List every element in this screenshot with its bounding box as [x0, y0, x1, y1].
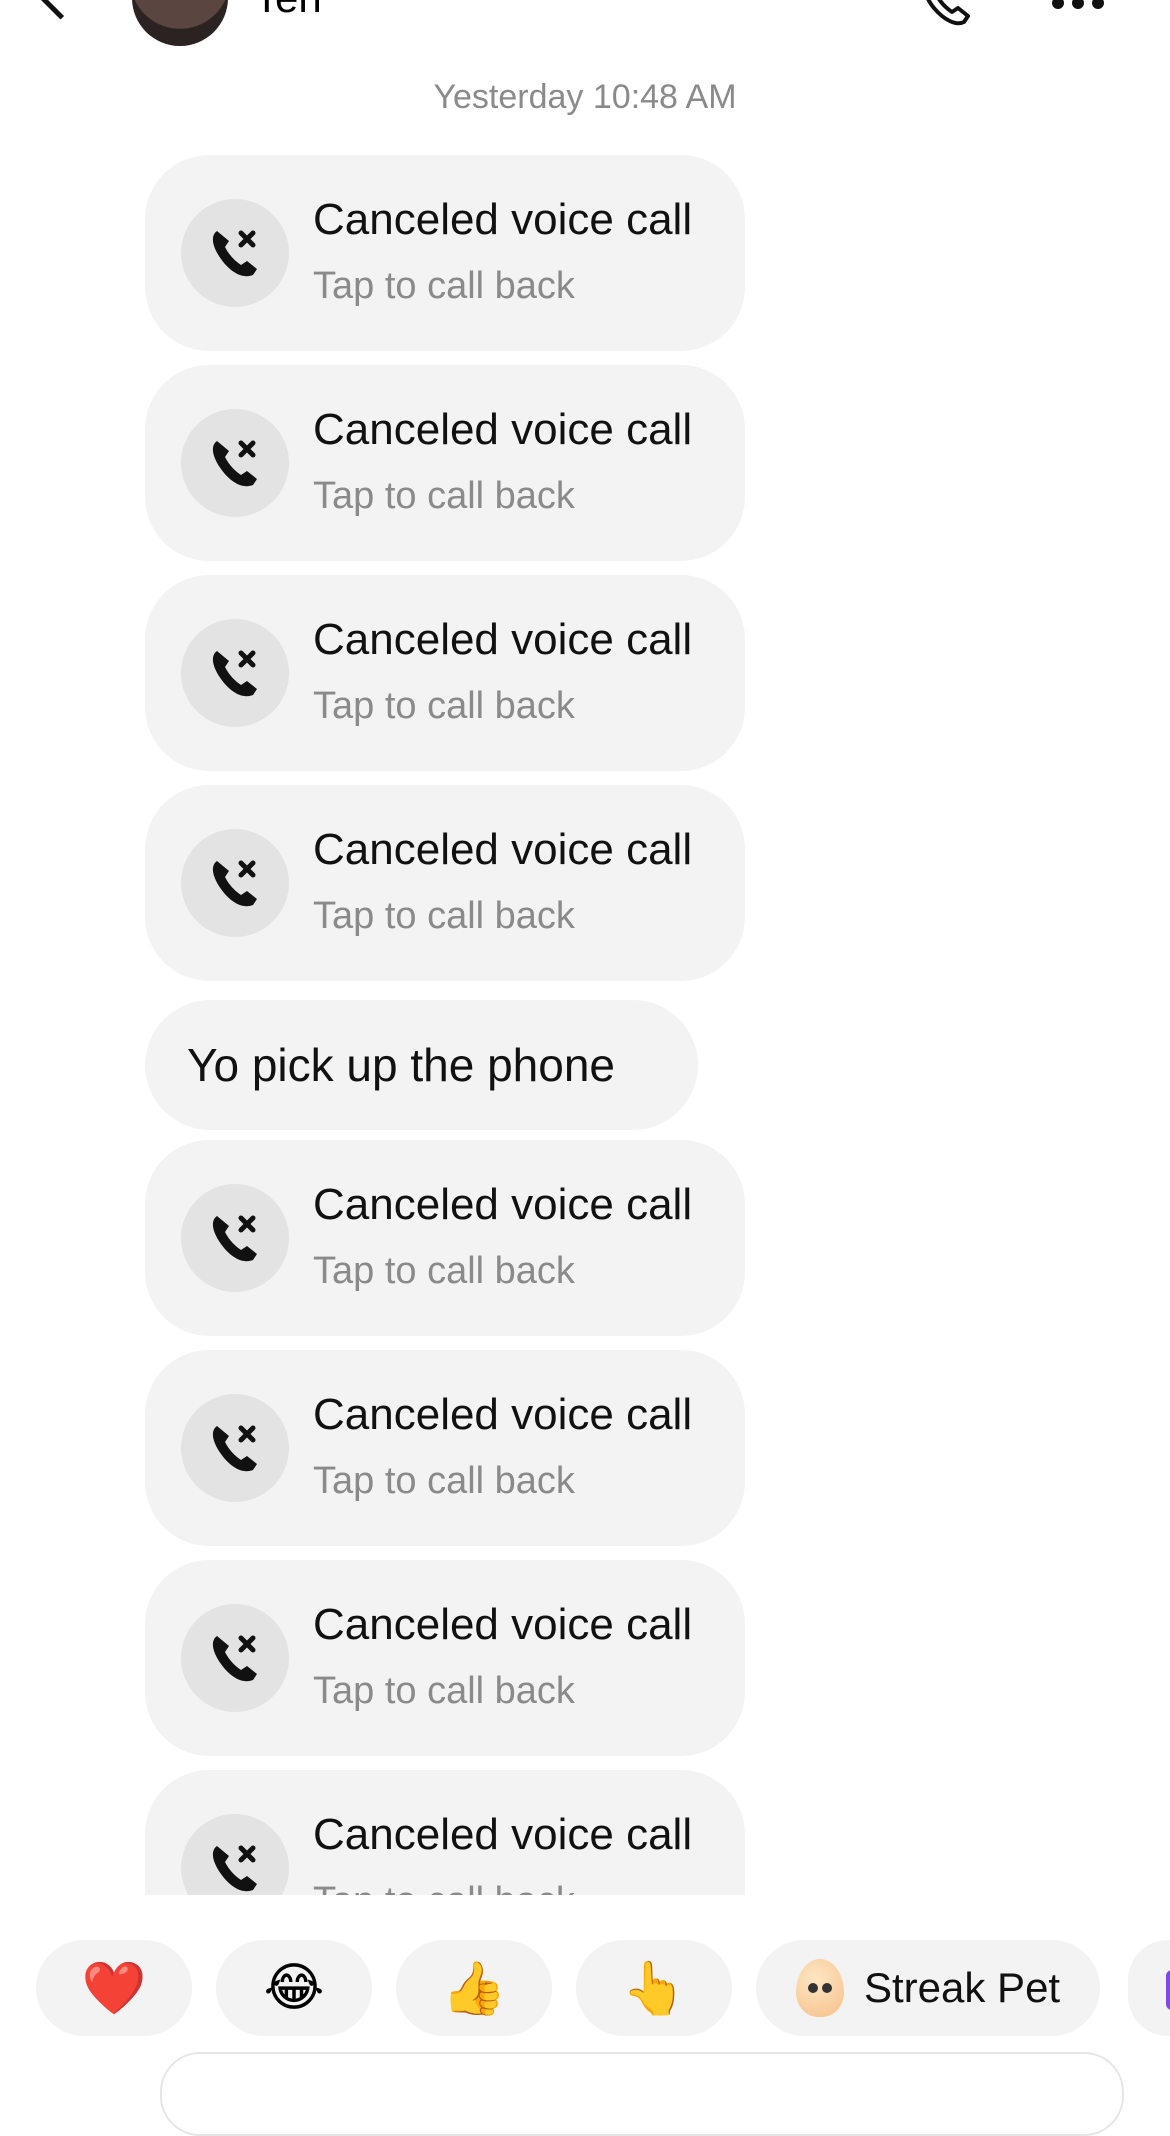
missed-call-icon — [181, 409, 289, 517]
call-title: Canceled voice call — [313, 195, 693, 244]
streak-pet-button[interactable]: Streak Pet — [756, 1940, 1100, 2036]
call-bubble[interactable]: Canceled voice call Tap to call back — [145, 575, 745, 771]
message-thread: Ten Yesterday 10:48 AM Canceled voice ca… — [0, 0, 1170, 1895]
call-title: Canceled voice call — [313, 1600, 693, 1649]
call-bubble[interactable]: Canceled voice call Tap to call back — [145, 1560, 745, 1756]
call-subtitle: Tap to call back — [313, 1880, 575, 1895]
egg-icon — [796, 1959, 844, 2017]
streak-pet-label: Streak Pet — [864, 1964, 1061, 2011]
call-subtitle: Tap to call back — [313, 475, 575, 517]
text-message-bubble[interactable]: Yo pick up the phone — [145, 1000, 698, 1130]
call-bubble[interactable]: Canceled voice call Tap to call back — [145, 365, 745, 561]
thumbs-up-reaction-button[interactable]: 👍 — [396, 1940, 552, 2036]
more-reactions-chip[interactable] — [1128, 1940, 1170, 2036]
call-bubble[interactable]: Canceled voice call Tap to call back — [145, 155, 745, 351]
missed-call-icon — [181, 1184, 289, 1292]
point-reaction-button[interactable]: 👆 — [576, 1940, 732, 2036]
missed-call-icon — [181, 619, 289, 727]
missed-call-icon — [181, 1394, 289, 1502]
message-text: Yo pick up the phone — [187, 1039, 615, 1091]
laugh-reaction-button[interactable]: 😂 — [216, 1940, 372, 2036]
phone-icon[interactable] — [918, 0, 978, 28]
heart-reaction-button[interactable]: ❤️ — [36, 1940, 192, 2036]
missed-call-icon — [181, 1604, 289, 1712]
missed-call-icon — [181, 199, 289, 307]
call-bubble[interactable]: Canceled voice call Tap to call back — [145, 1140, 745, 1336]
call-bubble[interactable]: Canceled voice call Tap to call back — [145, 1770, 745, 1895]
call-subtitle: Tap to call back — [313, 1250, 575, 1292]
missed-call-icon — [181, 829, 289, 937]
call-subtitle: Tap to call back — [313, 685, 575, 727]
missed-call-icon — [181, 1814, 289, 1895]
call-title: Canceled voice call — [313, 615, 693, 664]
call-title: Canceled voice call — [313, 825, 693, 874]
call-title: Canceled voice call — [313, 1390, 693, 1439]
message-timestamp: Yesterday 10:48 AM — [433, 78, 737, 116]
call-title: Canceled voice call — [313, 405, 693, 454]
call-bubble[interactable]: Canceled voice call Tap to call back — [145, 1350, 745, 1546]
call-subtitle: Tap to call back — [313, 265, 575, 307]
quick-reactions-bar: ❤️ 😂 👍 👆 Streak Pet — [0, 1940, 1170, 2036]
contact-name[interactable]: Ten — [254, 0, 322, 22]
avatar[interactable] — [132, 0, 228, 46]
more-icon[interactable] — [1052, 0, 1116, 10]
call-subtitle: Tap to call back — [313, 1670, 575, 1712]
call-title: Canceled voice call — [313, 1180, 693, 1229]
back-chevron-icon[interactable] — [31, 0, 90, 20]
call-subtitle: Tap to call back — [313, 1460, 575, 1502]
message-composer[interactable] — [160, 2052, 1124, 2136]
call-subtitle: Tap to call back — [313, 895, 575, 937]
call-title: Canceled voice call — [313, 1810, 693, 1859]
call-bubble[interactable]: Canceled voice call Tap to call back — [145, 785, 745, 981]
chat-header: Ten — [0, 0, 1170, 60]
